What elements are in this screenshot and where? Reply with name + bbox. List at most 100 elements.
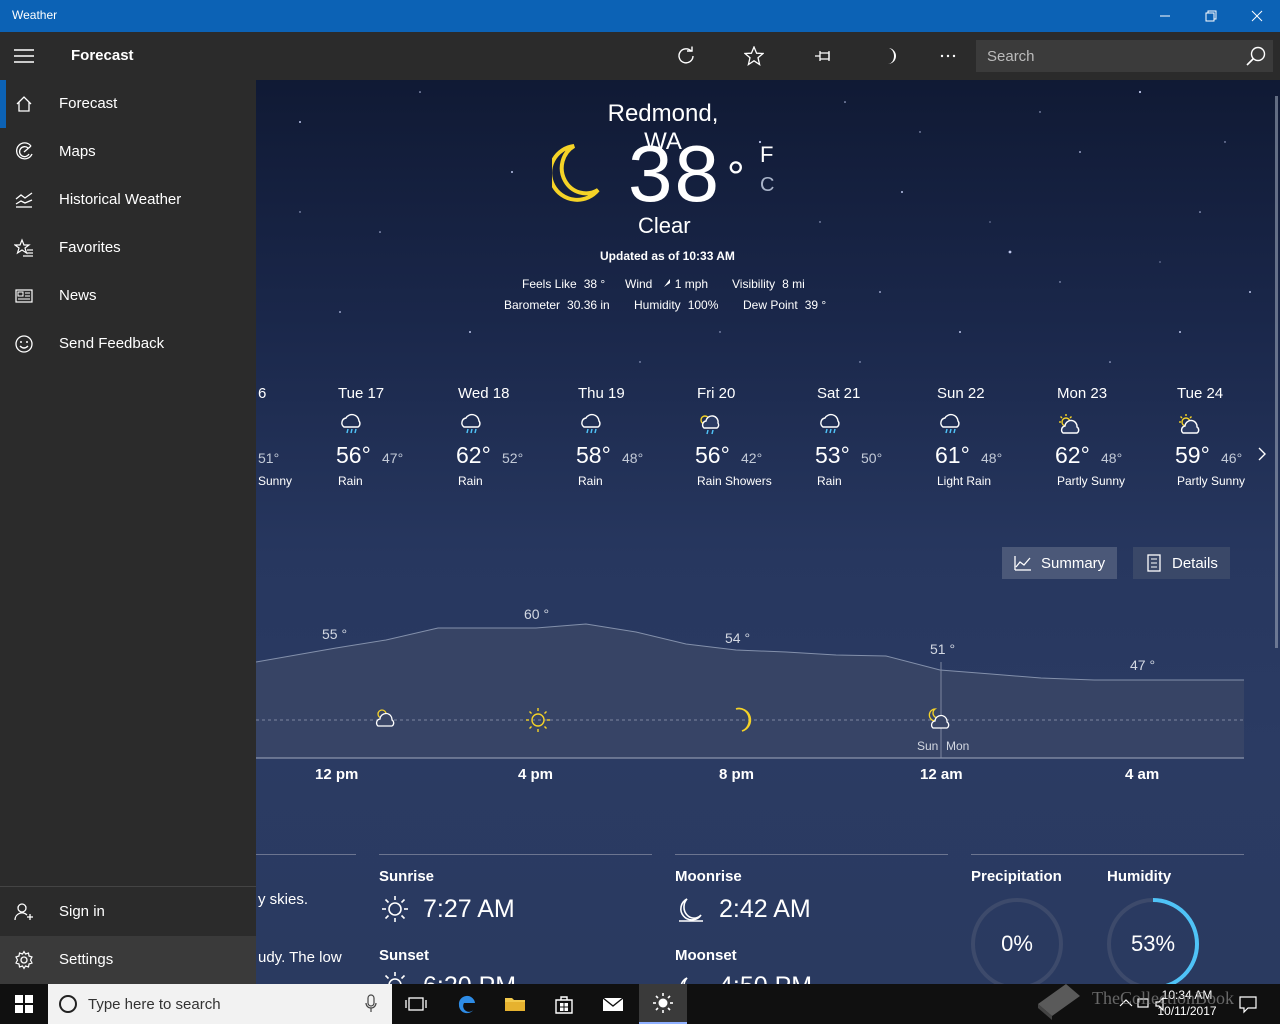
chart-line-icon	[1014, 556, 1031, 571]
day-condition: Partly Sunny	[1177, 474, 1246, 488]
sunrise-label: Sunrise	[379, 868, 435, 885]
wind-direction-icon	[663, 279, 670, 287]
humidity-label: Humidity	[634, 298, 681, 312]
search-input[interactable]	[976, 40, 1236, 72]
day-low: 48°	[622, 450, 644, 466]
favorite-star-icon	[744, 46, 764, 66]
selection-indicator	[0, 80, 6, 128]
nav-divider	[0, 886, 256, 887]
day-description-line: y skies.	[258, 891, 309, 908]
nav-item-news[interactable]: News	[0, 272, 256, 320]
humidity-panel-value: 53%	[1130, 931, 1176, 956]
day-low: 48°	[981, 450, 1003, 466]
taskbar-search-box[interactable]: Type here to search	[48, 984, 392, 1024]
unit-celsius[interactable]: C	[760, 174, 774, 197]
nav-item-label: Maps	[59, 143, 96, 160]
task-view-button[interactable]	[392, 984, 440, 1024]
visibility-value: 8 mi	[782, 277, 805, 291]
sunset-icon	[384, 972, 406, 984]
hourly-temp-label: 60 °	[524, 606, 550, 622]
hamburger-menu-button[interactable]	[0, 32, 48, 80]
pin-button[interactable]	[799, 32, 847, 80]
sunrise-time: 7:27 AM	[423, 895, 515, 923]
day-name: 6	[258, 385, 267, 402]
day-high: 61°	[935, 442, 970, 468]
task-view-icon	[405, 997, 427, 1011]
book-logo-icon	[1038, 984, 1080, 1020]
day-name: Thu 19	[578, 385, 625, 402]
nav-item-sign-in[interactable]: Sign in	[0, 888, 256, 936]
day-low: 47°	[382, 450, 404, 466]
edge-button[interactable]	[443, 984, 491, 1024]
start-button[interactable]	[0, 984, 48, 1024]
details-button[interactable]: Details	[1133, 547, 1230, 579]
scrollbar[interactable]	[1275, 96, 1278, 648]
day-low: 48°	[1101, 450, 1123, 466]
day-name: Fri 20	[697, 385, 736, 402]
unit-fahrenheit[interactable]: F	[760, 142, 773, 168]
navigation-pane: Forecast Maps Historical Weather Favorit…	[0, 80, 256, 984]
add-favorite-button[interactable]	[730, 32, 778, 80]
document-icon	[1147, 554, 1161, 572]
windows-logo-icon	[15, 995, 33, 1013]
day-divider-right: Mon	[946, 739, 970, 753]
day-high: 58°	[576, 442, 611, 468]
day-high: 53°	[815, 442, 850, 468]
more-button[interactable]	[924, 32, 972, 80]
nav-item-favorites[interactable]: Favorites	[0, 224, 256, 272]
theme-button[interactable]	[866, 32, 914, 80]
refresh-icon	[678, 46, 694, 64]
watermark: TheCollectionBook	[1034, 976, 1280, 1020]
day-low: 42°	[741, 450, 763, 466]
day-name: Mon 23	[1057, 385, 1108, 402]
refresh-button[interactable]	[662, 32, 710, 80]
title-bar: Weather	[0, 0, 1280, 32]
star-list-icon	[14, 238, 33, 257]
restore-button[interactable]	[1188, 0, 1234, 32]
moonrise-icon	[679, 898, 703, 922]
moonrise-label: Moonrise	[675, 868, 742, 885]
search-icon[interactable]	[1245, 45, 1267, 67]
nav-item-historical-weather[interactable]: Historical Weather	[0, 176, 256, 224]
divider	[675, 854, 948, 855]
hour-label: 4 pm	[518, 766, 554, 783]
partly-sunny-icon	[1059, 414, 1080, 434]
mail-button[interactable]	[589, 984, 637, 1024]
visibility-detail: Visibility 8 mi	[732, 277, 805, 291]
moonset-label: Moonset	[675, 947, 737, 964]
nav-item-send-feedback[interactable]: Send Feedback	[0, 320, 256, 368]
day-condition: Sunny	[258, 474, 293, 488]
nav-item-forecast[interactable]: Forecast	[0, 80, 256, 128]
wind-label: Wind	[625, 277, 653, 291]
hourly-temp-label: 54 °	[725, 630, 751, 646]
moonset-time: 4:50 PM	[719, 972, 812, 984]
day-high: 62°	[1055, 442, 1090, 468]
day-condition: Light Rain	[937, 474, 992, 488]
nav-item-maps[interactable]: Maps	[0, 128, 256, 176]
nav-item-label: Send Feedback	[59, 335, 165, 352]
close-button[interactable]	[1234, 0, 1280, 32]
next-days-chevron-icon[interactable]	[1255, 444, 1269, 464]
sunset-label: Sunset	[379, 947, 430, 964]
nav-item-settings[interactable]: Settings	[0, 936, 256, 984]
microphone-icon[interactable]	[364, 994, 378, 1014]
details-label: Details	[1172, 555, 1218, 572]
nav-item-label: Historical Weather	[59, 191, 182, 208]
day-condition: Rain	[458, 474, 483, 488]
day-low: 51°	[258, 450, 280, 466]
file-explorer-button[interactable]	[491, 984, 539, 1024]
minimize-button[interactable]	[1142, 0, 1188, 32]
chart-icon	[15, 192, 33, 208]
nav-item-label: News	[59, 287, 97, 304]
barometer-detail: Barometer 30.36 in	[504, 298, 610, 312]
degree-symbol: °	[726, 153, 747, 202]
mail-icon	[602, 997, 624, 1011]
day-condition: Rain Showers	[697, 474, 772, 488]
nav-item-label: Favorites	[59, 239, 121, 256]
store-button[interactable]	[540, 984, 588, 1024]
summary-button[interactable]: Summary	[1002, 547, 1117, 579]
humidity-value: 100%	[687, 298, 719, 312]
humidity-panel-label: Humidity	[1107, 868, 1172, 885]
weather-app-button[interactable]	[639, 984, 687, 1024]
close-icon	[1251, 10, 1263, 22]
